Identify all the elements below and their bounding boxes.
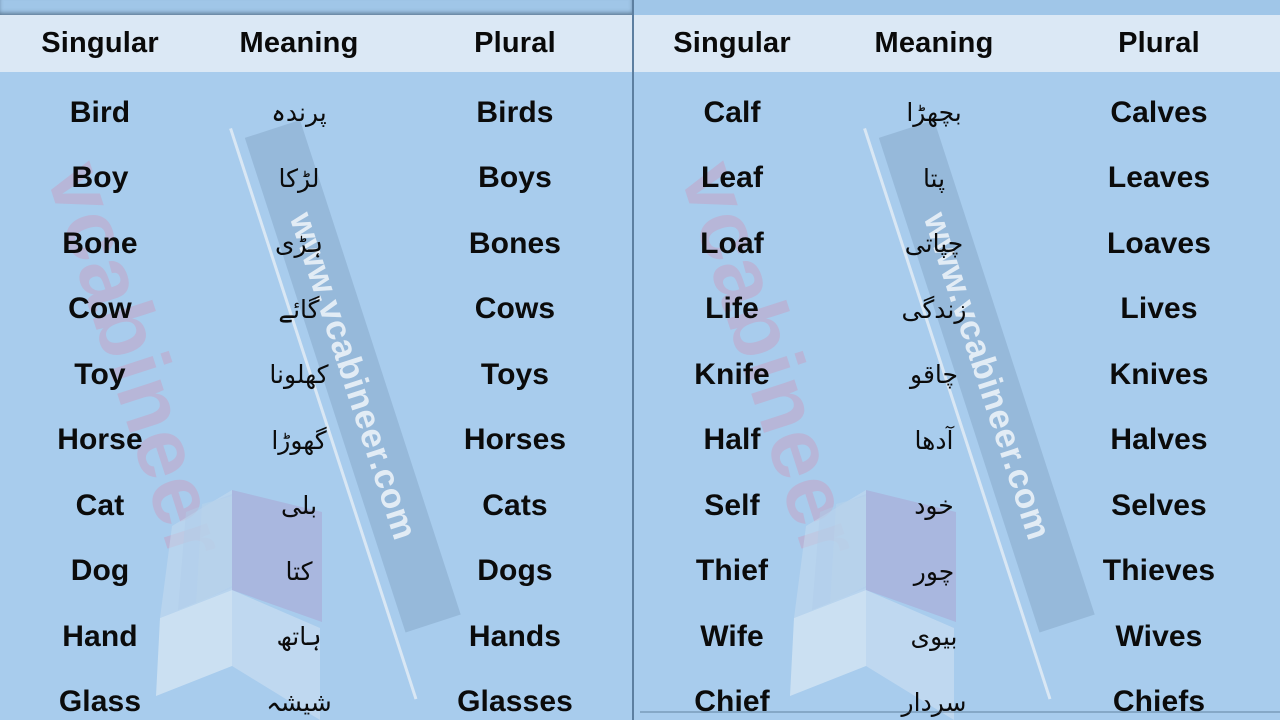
cell-plural: Halves — [1110, 423, 1208, 457]
table-header-left: Singular Meaning Plural — [0, 15, 632, 72]
cell-meaning: گھوڑا — [271, 425, 327, 455]
table-row: Bone ہڑی Bones — [0, 211, 632, 277]
cell-plural: Cats — [482, 488, 548, 522]
cell-singular: Life — [705, 292, 759, 326]
cell-meaning: زندگی — [901, 294, 967, 324]
cell-plural: Loaves — [1107, 226, 1211, 260]
table-row: Bird پرندہ Birds — [0, 80, 632, 146]
table-row: Toy کھلونا Toys — [0, 342, 632, 408]
cell-meaning: کھلونا — [269, 360, 329, 390]
cell-plural: Dogs — [477, 554, 553, 588]
cell-singular: Cat — [75, 488, 125, 522]
cell-singular: Chief — [694, 685, 770, 719]
table-row: Knife چاقو Knives — [634, 342, 1280, 408]
top-strip-right — [634, 0, 1280, 15]
cell-meaning: آدھا — [914, 425, 954, 455]
column-header-meaning: Meaning — [239, 27, 359, 59]
cell-meaning: لڑکا — [278, 163, 320, 193]
cell-plural: Calves — [1110, 95, 1208, 129]
table-row: Thief چور Thieves — [634, 539, 1280, 605]
column-header-singular: Singular — [673, 27, 791, 59]
column-header-plural: Plural — [474, 27, 556, 59]
cell-singular: Boy — [71, 161, 129, 195]
cell-singular: Half — [703, 423, 761, 457]
cell-meaning: گائے — [278, 294, 320, 324]
top-strip-left — [0, 0, 632, 15]
cell-singular: Leaf — [700, 161, 764, 195]
cell-plural: Boys — [478, 161, 552, 195]
cell-plural: Wives — [1115, 619, 1203, 653]
table-row: Boy لڑکا Boys — [0, 146, 632, 212]
table-row: Dog کتا Dogs — [0, 539, 632, 605]
table-body-left: Bird پرندہ Birds Boy لڑکا Boys Bone ہڑی … — [0, 80, 632, 720]
column-header-plural: Plural — [1118, 27, 1200, 59]
table-row: Wife بیوی Wives — [634, 604, 1280, 670]
cell-singular: Horse — [57, 423, 143, 457]
cell-plural: Birds — [476, 95, 554, 129]
cell-plural: Toys — [480, 357, 550, 391]
table-row: Horse گھوڑا Horses — [0, 408, 632, 474]
table-header-right: Singular Meaning Plural — [634, 15, 1280, 72]
cell-meaning: بلی — [280, 491, 318, 521]
table-row: Calf بچھڑا Calves — [634, 80, 1280, 146]
cell-singular: Bone — [62, 226, 138, 260]
cell-plural: Thieves — [1102, 554, 1216, 588]
cell-meaning: شیشہ — [266, 687, 332, 717]
bottom-rule — [640, 711, 1280, 713]
table-row: Self خود Selves — [634, 473, 1280, 539]
table-row: Cat بلی Cats — [0, 473, 632, 539]
cell-meaning: چاقو — [910, 360, 958, 390]
cell-meaning: ہاتھ — [276, 622, 322, 652]
cell-plural: Selves — [1111, 488, 1207, 522]
cell-singular: Hand — [62, 619, 138, 653]
cell-singular: Toy — [74, 357, 126, 391]
vocabulary-table-right: Singular Meaning Plural vcabineer www.vc… — [634, 0, 1280, 720]
cell-meaning: بچھڑا — [906, 98, 962, 128]
table-row: Leaf پتا Leaves — [634, 146, 1280, 212]
table-row: Glass شیشہ Glasses — [0, 670, 632, 720]
cell-singular: Self — [704, 488, 760, 522]
cell-meaning: ہڑی — [274, 229, 323, 259]
table-body-right: Calf بچھڑا Calves Leaf پتا Leaves Loaf چ… — [634, 80, 1280, 720]
table-row: Cow گائے Cows — [0, 277, 632, 343]
cell-plural: Cows — [474, 292, 556, 326]
cell-singular: Calf — [703, 95, 761, 129]
cell-singular: Dog — [70, 554, 130, 588]
cell-plural: Bones — [468, 226, 562, 260]
table-row: Half آدھا Halves — [634, 408, 1280, 474]
cell-meaning: چور — [913, 556, 955, 586]
cell-plural: Chiefs — [1112, 685, 1206, 719]
cell-meaning: پتا — [922, 163, 946, 193]
panel-divider — [632, 0, 634, 720]
column-header-singular: Singular — [41, 27, 159, 59]
table-row: Loaf چپاتی Loaves — [634, 211, 1280, 277]
cell-singular: Loaf — [700, 226, 764, 260]
cell-singular: Thief — [695, 554, 769, 588]
cell-meaning: خود — [914, 491, 954, 521]
cell-singular: Bird — [69, 95, 131, 129]
vocabulary-table-page: Singular Meaning Plural vcabineer www.vc… — [0, 0, 1280, 720]
table-row: Life زندگی Lives — [634, 277, 1280, 343]
cell-singular: Knife — [694, 357, 770, 391]
cell-meaning: کتا — [285, 556, 313, 586]
cell-singular: Wife — [700, 619, 764, 653]
cell-meaning: چپاتی — [904, 229, 964, 259]
table-row: Hand ہاتھ Hands — [0, 604, 632, 670]
vocabulary-table-left: Singular Meaning Plural vcabineer www.vc… — [0, 0, 632, 720]
cell-plural: Leaves — [1107, 161, 1211, 195]
cell-singular: Cow — [68, 292, 132, 326]
cell-plural: Knives — [1109, 357, 1209, 391]
cell-plural: Glasses — [457, 685, 573, 719]
column-header-meaning: Meaning — [874, 27, 994, 59]
cell-plural: Horses — [463, 423, 567, 457]
cell-meaning: پرندہ — [271, 98, 327, 128]
cell-plural: Hands — [468, 619, 562, 653]
cell-meaning: بیوی — [910, 622, 958, 652]
cell-singular: Glass — [58, 685, 142, 719]
cell-plural: Lives — [1120, 292, 1198, 326]
